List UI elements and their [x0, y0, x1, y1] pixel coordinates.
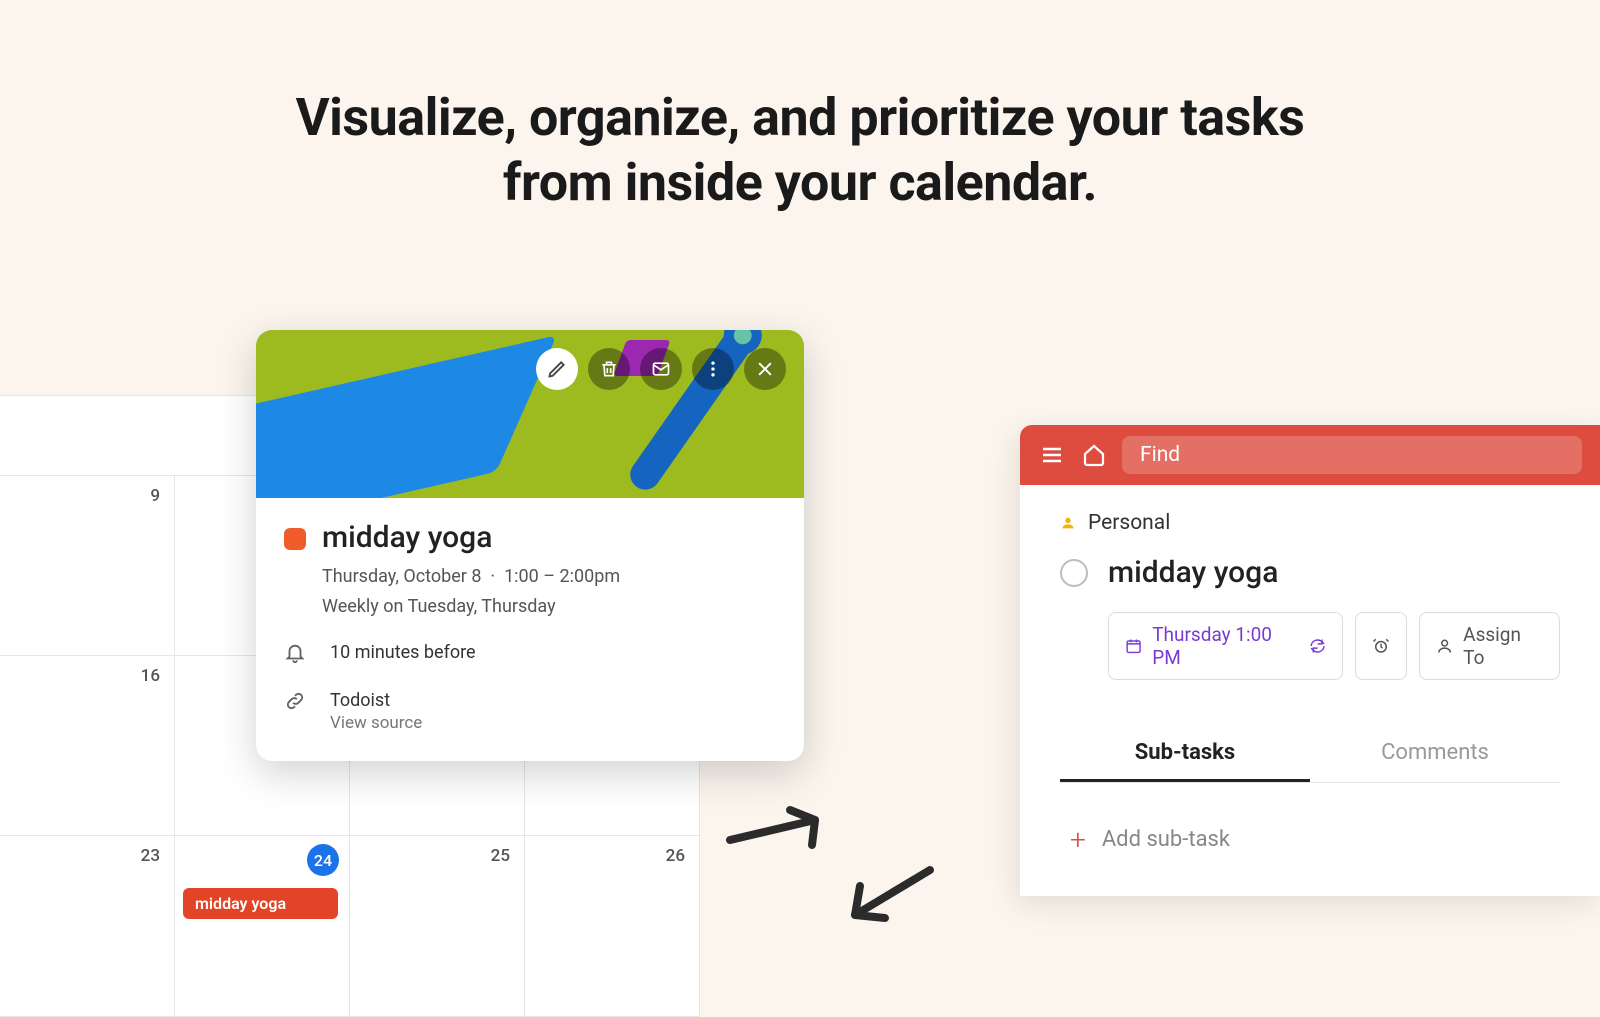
home-icon: [1082, 443, 1106, 467]
alarm-icon: [1372, 637, 1390, 655]
link-icon: [284, 690, 308, 716]
calendar-cell[interactable]: 26: [525, 836, 699, 1016]
calendar-cell[interactable]: 16: [0, 656, 175, 835]
tab-comments[interactable]: Comments: [1310, 740, 1560, 782]
calendar-cell[interactable]: 23: [0, 836, 175, 1016]
assign-button[interactable]: Assign To: [1419, 612, 1560, 680]
calendar-cell[interactable]: 25: [350, 836, 525, 1016]
find-placeholder: Find: [1140, 443, 1180, 467]
user-icon: [1436, 637, 1453, 655]
menu-button[interactable]: [1038, 441, 1066, 469]
view-source-link[interactable]: View source: [330, 713, 422, 733]
event-recurrence: Weekly on Tuesday, Thursday: [322, 593, 776, 620]
reminder-row: 10 minutes before: [284, 642, 738, 668]
headline-line2: from inside your calendar.: [503, 152, 1097, 213]
task-tabs: Sub-tasks Comments: [1060, 740, 1560, 783]
more-button[interactable]: [692, 348, 734, 390]
hamburger-icon: [1040, 443, 1064, 467]
bell-icon: [284, 642, 308, 668]
tab-subtasks[interactable]: Sub-tasks: [1060, 740, 1310, 782]
add-subtask-button[interactable]: + Add sub-task: [1020, 783, 1600, 896]
home-button[interactable]: [1080, 441, 1108, 469]
todoist-panel: Find Personal midday yoga Thursday 1:00 …: [1020, 425, 1600, 896]
event-actions: [536, 348, 786, 390]
find-input[interactable]: Find: [1122, 436, 1582, 474]
calendar-cell[interactable]: 9: [0, 476, 175, 655]
calendar-color-swatch: [284, 528, 306, 550]
due-date-button[interactable]: Thursday 1:00 PM: [1108, 612, 1343, 680]
calendar-cell-today[interactable]: 24 midday yoga: [175, 836, 350, 1016]
event-hero-image: [256, 330, 804, 498]
trash-icon: [599, 359, 619, 379]
task-attribute-buttons: Thursday 1:00 PM Assign To: [1108, 612, 1560, 680]
calendar-icon: [1125, 637, 1142, 655]
plus-icon: +: [1070, 823, 1086, 856]
recurring-icon: [1309, 637, 1326, 655]
event-datetime: Thursday, October 8 · 1:00 – 2:00pm: [322, 563, 776, 590]
person-icon: [1060, 515, 1076, 531]
project-breadcrumb[interactable]: Personal: [1060, 511, 1560, 535]
close-icon: [755, 359, 775, 379]
task-title: midday yoga: [1108, 555, 1278, 590]
task-title-row: midday yoga: [1060, 555, 1560, 590]
todoist-topbar: Find: [1020, 425, 1600, 485]
more-vertical-icon: [703, 359, 723, 379]
delete-button[interactable]: [588, 348, 630, 390]
event-chip[interactable]: midday yoga: [183, 888, 338, 919]
hero-headline: Visualize, organize, and prioritize your…: [0, 85, 1600, 215]
source-row: Todoist View source: [284, 690, 738, 733]
headline-line1: Visualize, organize, and prioritize your…: [296, 87, 1305, 148]
edit-button[interactable]: [536, 348, 578, 390]
close-button[interactable]: [744, 348, 786, 390]
email-button[interactable]: [640, 348, 682, 390]
event-title: midday yoga: [322, 520, 776, 555]
sync-arrows-icon: [720, 800, 950, 930]
pencil-icon: [547, 359, 567, 379]
reminder-button[interactable]: [1355, 612, 1407, 680]
task-checkbox[interactable]: [1060, 559, 1088, 587]
reminder-text: 10 minutes before: [330, 642, 476, 663]
source-name: Todoist: [330, 690, 422, 711]
event-popover: midday yoga Thursday, October 8 · 1:00 –…: [256, 330, 804, 761]
mail-icon: [651, 359, 671, 379]
